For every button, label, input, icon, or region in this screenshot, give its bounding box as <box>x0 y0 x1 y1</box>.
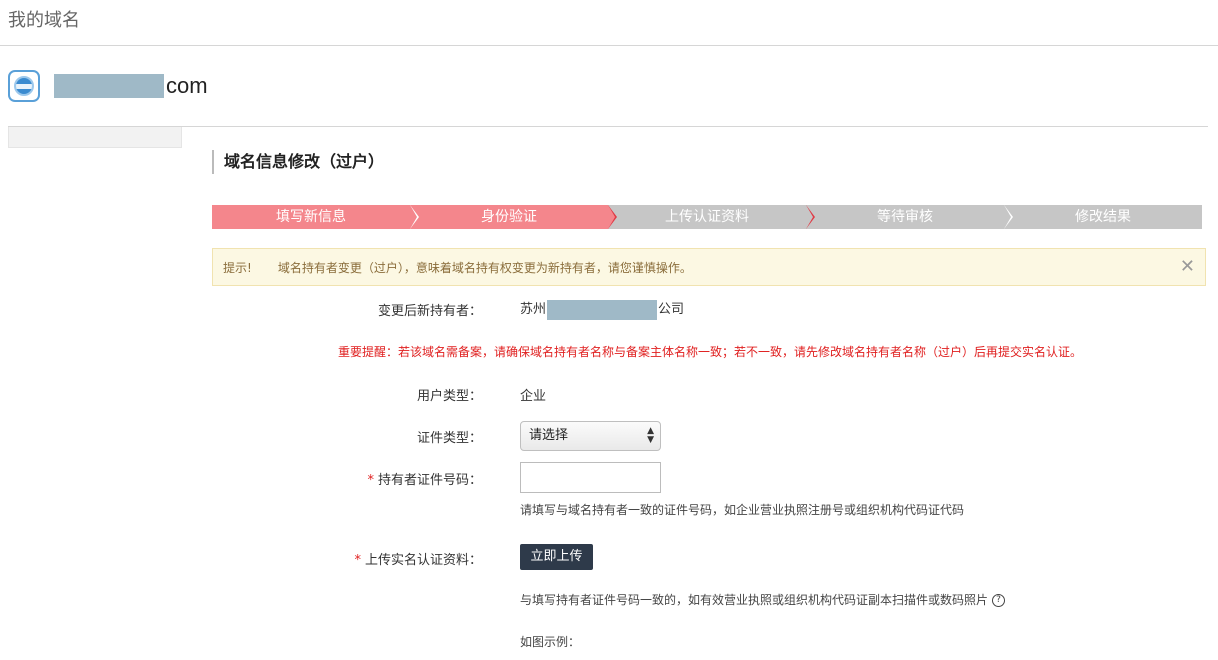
domain-divider <box>8 126 1208 127</box>
new-holder-suffix: 公司 <box>658 302 685 317</box>
user-type-label: 用户类型： <box>416 389 482 404</box>
www-globe-icon <box>8 70 40 102</box>
cert-type-label: 证件类型： <box>416 431 482 446</box>
important-warning: 重要提醒：若该域名需备案，请确保域名持有者名称与备案主体名称一致；若不一致，请先… <box>338 345 1083 359</box>
new-holder-label: 变更后新持有者： <box>377 304 482 319</box>
step-label: 填写新信息 <box>276 209 346 225</box>
redacted-domain-name <box>54 74 164 98</box>
step-identity-verify: 身份验证 <box>410 205 617 229</box>
page-title: 我的域名 <box>8 10 80 31</box>
user-type-value: 企业 <box>520 389 547 404</box>
section-title: 域名信息修改（过户） <box>212 150 384 174</box>
cert-number-hint: 请填写与域名持有者一致的证件号码，如企业营业执照注册号或组织机构代码证代码 <box>520 503 965 517</box>
domain-suffix: com <box>166 73 208 98</box>
cert-number-label-text: 持有者证件号码： <box>377 473 482 488</box>
step-label: 修改结果 <box>1075 209 1131 225</box>
redacted-holder-name <box>547 299 658 320</box>
cert-number-input[interactable] <box>520 462 661 493</box>
upload-hint: 与填写持有者证件号码一致的，如有效营业执照或组织机构代码证副本扫描件或数码照片? <box>520 591 1006 608</box>
domain-header: com <box>8 68 208 104</box>
cert-number-label: * 持有者证件号码： <box>367 469 482 488</box>
upload-now-button[interactable]: 立即上传 <box>520 544 593 570</box>
upload-label-text: 上传实名认证资料： <box>364 553 482 568</box>
select-arrows-icon: ▲ ▼ <box>647 426 654 445</box>
required-asterisk: * <box>367 473 374 488</box>
example-label: 如图示例： <box>520 635 581 649</box>
required-asterisk: * <box>354 553 361 568</box>
step-result: 修改结果 <box>1004 205 1202 229</box>
step-await-review: 等待审核 <box>806 205 1013 229</box>
upload-label: * 上传实名认证资料： <box>354 549 482 568</box>
step-label: 等待审核 <box>877 209 933 225</box>
notice-text: 域名持有者变更（过户），意味着域名持有权变更为新持有者，请您谨慎操作。 <box>277 260 692 275</box>
step-label: 上传认证资料 <box>665 209 749 225</box>
upload-hint-text: 与填写持有者证件号码一致的，如有效营业执照或组织机构代码证副本扫描件或数码照片 <box>520 593 989 607</box>
new-holder-prefix: 苏州 <box>520 302 547 317</box>
step-fill-info: 填写新信息 <box>212 205 419 229</box>
sidebar-stub <box>8 127 182 148</box>
notice-banner: 提示! 域名持有者变更（过户），意味着域名持有权变更为新持有者，请您谨慎操作。 … <box>212 248 1206 286</box>
new-holder-value: 苏州 公司 <box>520 298 684 320</box>
cert-type-selected: 请选择 <box>529 428 569 443</box>
question-circle-icon[interactable]: ? <box>992 594 1006 607</box>
notice-label: 提示! <box>223 260 252 275</box>
step-upload-docs: 上传认证资料 <box>608 205 815 229</box>
step-label: 身份验证 <box>481 209 537 225</box>
progress-steps: 填写新信息 身份验证 上传认证资料 等待审核 修改结果 <box>212 205 1202 229</box>
close-icon[interactable]: ✕ <box>1180 258 1195 276</box>
header-divider <box>0 45 1218 46</box>
cert-type-select[interactable]: 请选择 ▲ ▼ <box>520 421 661 451</box>
